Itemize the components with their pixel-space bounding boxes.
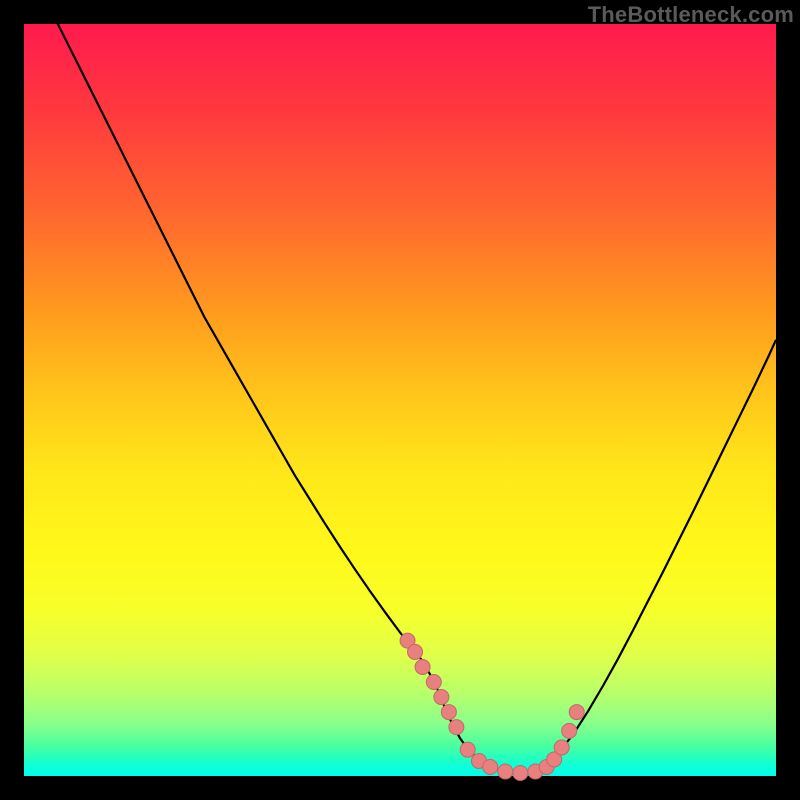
highlight-point [513,765,528,780]
highlight-point [562,723,577,738]
chart-svg [24,24,776,776]
highlight-point [408,644,423,659]
bottleneck-curve [24,0,776,773]
watermark-text: TheBottleneck.com [588,2,794,28]
highlight-point [569,705,584,720]
highlight-point [415,659,430,674]
highlight-points [400,633,584,780]
outer-frame: TheBottleneck.com [0,0,800,800]
highlight-point [554,740,569,755]
highlight-point [460,742,475,757]
highlight-point [483,759,498,774]
highlight-point [449,720,464,735]
highlight-point [426,675,441,690]
highlight-point [441,705,456,720]
highlight-point [498,764,513,779]
highlight-point [434,690,449,705]
